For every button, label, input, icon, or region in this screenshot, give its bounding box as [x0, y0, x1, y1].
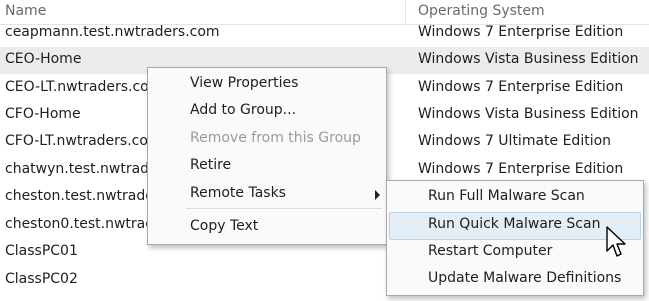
menu-item-run-quick-malware-scan[interactable]: Run Quick Malware Scan	[389, 212, 641, 240]
operating-system: Windows Vista Business Edition	[418, 51, 639, 67]
menu-item-label: Update Malware Definitions	[428, 270, 622, 286]
operating-system: Windows Vista Business Edition	[418, 106, 639, 122]
menu-item-restart-computer[interactable]: Restart Computer	[387, 239, 643, 265]
menu-item-update-malware-definitions[interactable]: Update Malware Definitions	[387, 266, 643, 292]
menu-item-run-full-malware-scan[interactable]: Run Full Malware Scan	[387, 184, 643, 210]
menu-item-label: Remove from this Group	[190, 130, 361, 146]
computer-name: ceapmann.test.nwtraders.com	[5, 24, 220, 40]
computer-name: CEO-LT.nwtraders.com	[5, 79, 163, 95]
menu-item-label: Run Full Malware Scan	[428, 188, 585, 204]
menu-item-label: Remote Tasks	[190, 185, 286, 201]
mouse-pointer-icon	[606, 226, 626, 257]
computer-name: ClassPC02	[5, 271, 78, 287]
table-row[interactable]: ceapmann.test.nwtraders.com Windows 7 En…	[0, 20, 649, 47]
menu-item-label: View Properties	[190, 75, 299, 91]
menu-item-label: Copy Text	[190, 218, 259, 234]
menu-item-label: Restart Computer	[428, 243, 553, 259]
menu-item-add-to-group[interactable]: Add to Group...	[148, 98, 386, 124]
menu-item-view-properties[interactable]: View Properties	[148, 71, 386, 97]
computer-name: CEO-Home	[5, 51, 82, 67]
menu-item-copy-text[interactable]: Copy Text	[148, 214, 386, 240]
menu-item-retire[interactable]: Retire	[148, 153, 386, 179]
computer-name: CFO-Home	[5, 106, 81, 122]
submenu-arrow-icon	[375, 190, 380, 200]
computer-name: CFO-LT.nwtraders.com	[5, 133, 162, 149]
menu-item-label: Retire	[190, 157, 232, 173]
context-menu: View Properties Add to Group... Remove f…	[147, 67, 387, 245]
column-header-operating-system[interactable]: Operating System	[418, 3, 545, 19]
menu-item-remote-tasks[interactable]: Remote Tasks	[148, 181, 386, 207]
menu-item-label: Add to Group...	[190, 102, 297, 118]
computer-name: ClassPC01	[5, 243, 78, 259]
menu-item-label: Run Quick Malware Scan	[428, 216, 601, 232]
operating-system: Windows 7 Enterprise Edition	[418, 79, 624, 95]
operating-system: Windows 7 Enterprise Edition	[418, 161, 624, 177]
menu-item-remove-from-group: Remove from this Group	[148, 126, 386, 152]
operating-system: Windows 7 Ultimate Edition	[418, 133, 612, 149]
operating-system: Windows 7 Enterprise Edition	[418, 24, 624, 40]
menu-divider	[186, 208, 382, 209]
column-header-name[interactable]: Name	[5, 3, 46, 19]
